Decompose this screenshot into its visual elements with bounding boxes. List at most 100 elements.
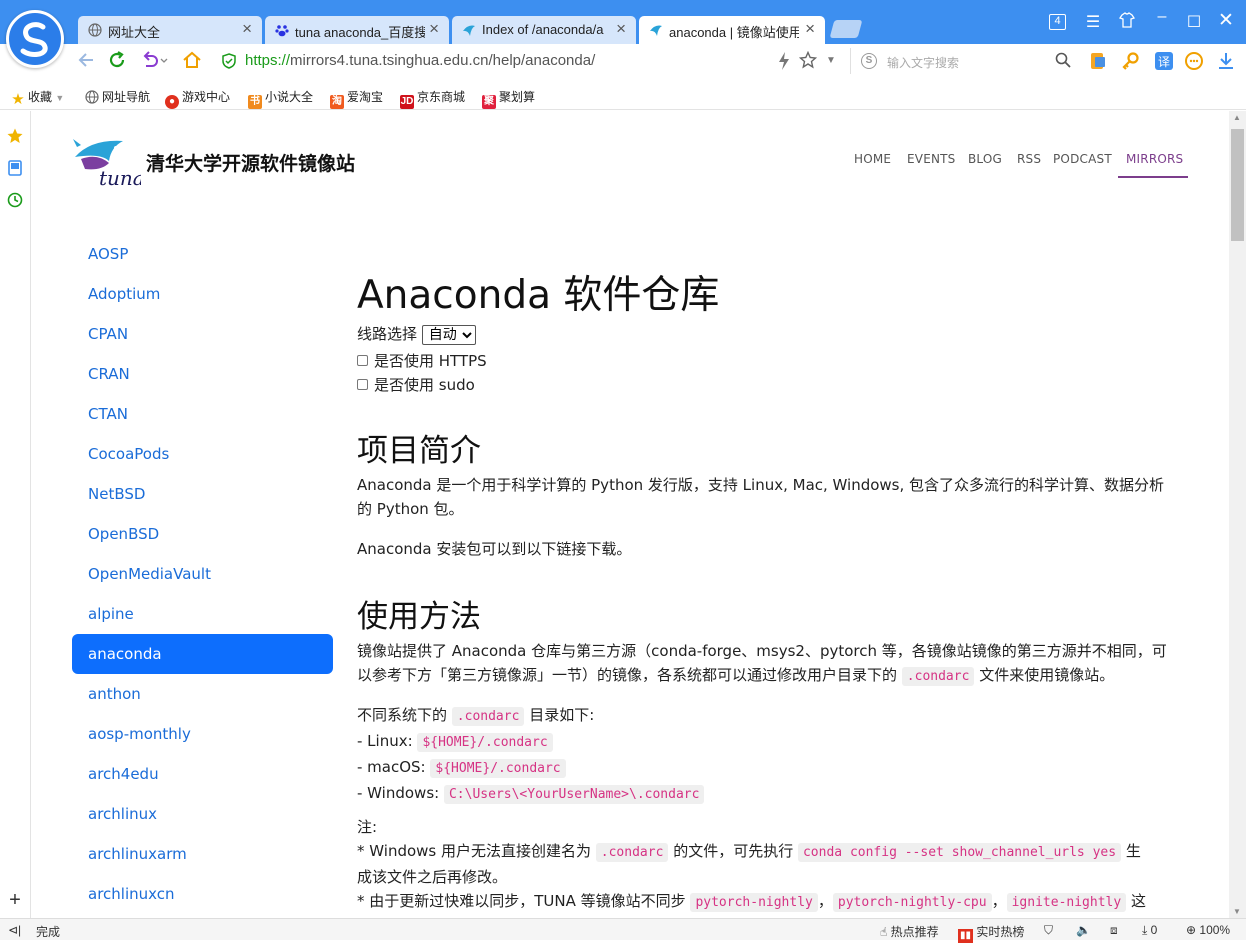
route-label: 线路选择 (357, 325, 418, 343)
macos-label: - macOS: (357, 758, 426, 776)
realtime-hot-link[interactable]: ▮▮ 实时热榜 (958, 923, 1024, 943)
close-tab-icon[interactable]: × (429, 19, 439, 39)
bookmark-favorites[interactable]: ★ 收藏 ▼ (11, 88, 64, 107)
lightning-icon[interactable] (776, 51, 796, 71)
back-icon[interactable] (76, 50, 96, 75)
sound-icon[interactable]: 🔈 (1076, 923, 1091, 937)
home-icon[interactable] (182, 50, 202, 75)
close-tab-icon[interactable]: × (805, 19, 815, 39)
tab-3[interactable]: Index of /anaconda/a × (452, 16, 636, 44)
bookmark-novels[interactable]: 书小说大全 (248, 88, 313, 109)
bookmarks-bar: ★ 收藏 ▼ 网址导航 ● 游戏中心 书小说大全 淘爱淘宝 JD 京东商城 聚聚划算 (0, 80, 1246, 110)
dropdown-arrow-icon[interactable]: ▼ (826, 55, 846, 75)
refresh-icon[interactable] (107, 50, 127, 75)
address-bar[interactable]: https://mirrors4.tuna.tsinghua.edu.cn/he… (214, 48, 844, 74)
url-text[interactable]: https://mirrors4.tuna.tsinghua.edu.cn/he… (245, 52, 595, 69)
pytorch-nightly-cpu-code: pytorch-nightly-cpu (832, 893, 992, 912)
bookmark-label: 小说大全 (265, 90, 314, 104)
https-checkbox[interactable] (357, 355, 368, 366)
nav-blog[interactable]: BLOG (968, 152, 1002, 166)
close-tab-icon[interactable]: × (242, 19, 252, 39)
sidebar-item-cpan[interactable]: CPAN (72, 314, 333, 354)
sidebar-item-cran[interactable]: CRAN (72, 354, 333, 394)
sidebar-item-anthon[interactable]: anthon (72, 674, 333, 714)
sidebar-item-archlinuxcn[interactable]: archlinuxcn (72, 874, 333, 914)
nav-rss[interactable]: RSS (1017, 152, 1041, 166)
bookmark-jd[interactable]: JD 京东商城 (400, 88, 465, 109)
close-tab-icon[interactable]: × (616, 19, 626, 39)
sidebar-item-archlinuxarm[interactable]: archlinuxarm (72, 834, 333, 874)
translate-icon[interactable]: 译 (1154, 51, 1174, 71)
favorite-star-icon[interactable] (798, 50, 819, 71)
bookmark-nav[interactable]: 网址导航 (85, 88, 150, 105)
hot-recommend-link[interactable]: ☝ 热点推荐 (880, 923, 939, 940)
scrollbar-thumb[interactable] (1231, 129, 1244, 241)
screenshot-icon[interactable]: ⧈ (1110, 923, 1118, 938)
site-title[interactable]: 清华大学开源软件镜像站 (146, 149, 355, 176)
sudo-label: 是否使用 sudo (374, 376, 475, 394)
tuna-logo-icon[interactable]: tuna (71, 135, 145, 191)
sidebar-item-archlinux[interactable]: archlinux (72, 794, 333, 834)
sidebar-item-adoptium[interactable]: Adoptium (72, 274, 333, 314)
add-icon[interactable]: + (6, 890, 24, 910)
tab-2[interactable]: tuna anaconda_百度搜 × (265, 16, 449, 44)
scroll-down-arrow-icon[interactable]: ▼ (1233, 907, 1241, 916)
maximize-button[interactable]: ☐ (1182, 12, 1206, 32)
url-path: /help/anaconda/ (488, 52, 596, 69)
bookmark-games[interactable]: ● 游戏中心 (165, 88, 230, 109)
bookmark-taobao[interactable]: 淘爱淘宝 (330, 88, 383, 109)
sudo-checkbox[interactable] (357, 379, 368, 390)
tab-4-active[interactable]: anaconda | 镜像站使用 × (639, 16, 825, 44)
undo-icon[interactable] (140, 50, 168, 75)
sidebar-item-aosp[interactable]: AOSP (72, 234, 333, 274)
browser-logo-icon[interactable] (6, 10, 64, 68)
tab-title: Index of /anaconda/a (482, 22, 604, 37)
emoji-icon[interactable] (1184, 51, 1204, 71)
nav-events[interactable]: EVENTS (907, 152, 956, 166)
security-shield-icon[interactable]: ⛉ (1044, 923, 1053, 938)
sidebar-item-openmediavault[interactable]: OpenMediaVault (72, 554, 333, 594)
favorites-star-icon[interactable] (6, 127, 24, 145)
nav-podcast[interactable]: PODCAST (1053, 152, 1112, 166)
extension-icon[interactable] (1088, 51, 1108, 71)
key-icon[interactable] (1121, 51, 1141, 71)
history-clock-icon[interactable] (6, 191, 24, 209)
bookmark-juhuasuan[interactable]: 聚聚划算 (482, 88, 535, 109)
sidebar-item-aosp-monthly[interactable]: aosp-monthly (72, 714, 333, 754)
menu-icon[interactable]: ☰ (1081, 12, 1105, 32)
windows-label: - Windows: (357, 784, 440, 802)
search-box[interactable]: S 输入文字搜索 (850, 48, 1075, 74)
dropdown-arrow-icon: ▼ (55, 93, 65, 103)
nav-home[interactable]: HOME (854, 152, 891, 166)
close-window-button[interactable]: ✕ (1214, 9, 1238, 32)
reader-icon[interactable] (6, 159, 24, 177)
sidebar-item-anaconda[interactable]: anaconda (72, 634, 333, 674)
page-scrollbar[interactable]: ▲ ▼ (1229, 111, 1246, 918)
sidebar-item-ctan[interactable]: CTAN (72, 394, 333, 434)
taobao-icon: 淘 (330, 95, 344, 109)
search-engine-icon[interactable]: S (861, 53, 877, 69)
downloads-status[interactable]: ⤓ 0 (1142, 923, 1157, 938)
route-select[interactable]: 自动 (421, 325, 476, 345)
tab-count-badge[interactable]: 4 (1049, 14, 1066, 30)
sidebar-item-arch4edu[interactable]: arch4edu (72, 754, 333, 794)
sidebar-toggle-icon[interactable]: ⊲| (8, 923, 21, 937)
new-tab-button[interactable] (829, 20, 863, 38)
minimize-button[interactable]: – (1150, 8, 1174, 26)
tab-1[interactable]: 网址大全 × (78, 16, 262, 44)
sidebar-item-netbsd[interactable]: NetBSD (72, 474, 333, 514)
download-icon[interactable] (1216, 51, 1236, 71)
nav-mirrors[interactable]: MIRRORS (1126, 152, 1183, 166)
condarc-code: .condarc (901, 667, 975, 686)
zoom-control[interactable]: ⊕ 100% (1186, 923, 1230, 937)
skin-icon[interactable] (1115, 12, 1139, 33)
dirs-intro-end: 目录如下: (529, 706, 595, 724)
sidebar-item-alpine[interactable]: alpine (72, 594, 333, 634)
linux-path-code: ${HOME}/.condarc (417, 733, 553, 752)
search-icon[interactable] (1055, 52, 1071, 72)
tab-title: tuna anaconda_百度搜 (295, 25, 425, 40)
scroll-up-arrow-icon[interactable]: ▲ (1233, 113, 1241, 122)
sidebar-item-cocoapods[interactable]: CocoaPods (72, 434, 333, 474)
conda-config-command: conda config --set show_channel_urls yes (797, 843, 1122, 862)
sidebar-item-openbsd[interactable]: OpenBSD (72, 514, 333, 554)
